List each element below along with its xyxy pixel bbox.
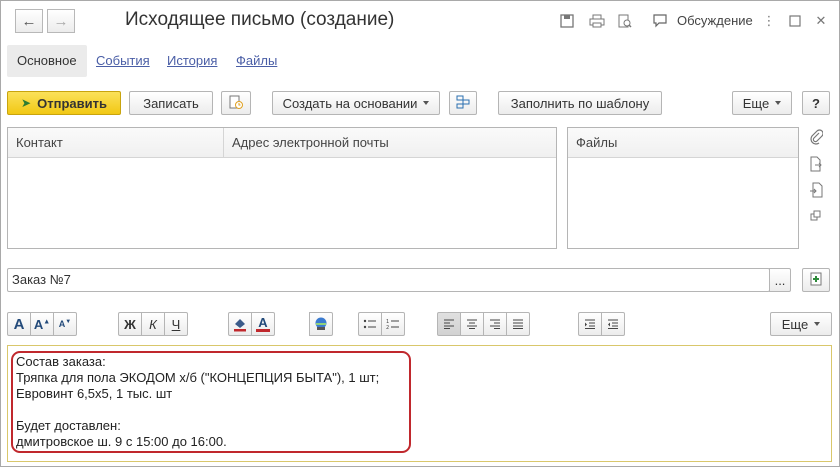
paperclip-icon[interactable] xyxy=(807,128,825,146)
fill-by-template-button[interactable]: Заполнить по шаблону xyxy=(498,91,662,115)
align-right-icon[interactable] xyxy=(483,312,507,336)
create-based-on-label: Создать на основании xyxy=(282,95,418,111)
send-button[interactable]: ➤ Отправить xyxy=(7,91,121,115)
decrease-font-icon[interactable]: A▼ xyxy=(53,312,77,336)
column-contact[interactable]: Контакт xyxy=(8,128,224,158)
send-button-label: Отправить xyxy=(37,95,107,111)
forward-button[interactable]: → xyxy=(47,9,75,33)
arrow-right-icon: ➤ xyxy=(21,96,32,110)
increase-indent-icon[interactable] xyxy=(578,312,602,336)
close-icon[interactable]: ✕ xyxy=(811,11,831,31)
bullet-list-icon[interactable] xyxy=(358,312,382,336)
create-based-on-button[interactable]: Создать на основании xyxy=(272,91,440,115)
back-button[interactable]: ← xyxy=(15,9,43,33)
image-group xyxy=(309,312,333,336)
insert-image-icon[interactable] xyxy=(309,312,333,336)
decrease-indent-icon[interactable] xyxy=(601,312,625,336)
font-icon[interactable]: A xyxy=(7,312,31,336)
svg-text:2: 2 xyxy=(386,325,389,330)
column-email[interactable]: Адрес электронной почты xyxy=(224,128,556,158)
maximize-icon[interactable] xyxy=(785,11,805,31)
export-file-icon[interactable] xyxy=(807,155,825,173)
font-color-button[interactable]: A xyxy=(251,312,275,336)
insert-document-icon xyxy=(809,272,823,289)
background-color-icon[interactable] xyxy=(228,312,252,336)
bold-button[interactable]: Ж xyxy=(118,312,142,336)
recipients-table-header: Контакт Адрес электронной почты xyxy=(8,128,556,158)
italic-button[interactable]: К xyxy=(141,312,165,336)
highlight-frame xyxy=(11,351,411,453)
font-size-group: A A▲ A▼ xyxy=(7,312,77,336)
discussion-link[interactable]: Обсуждение xyxy=(677,13,753,28)
color-group: A xyxy=(228,312,275,336)
structure-button[interactable] xyxy=(449,91,477,115)
more-button-label: Еще xyxy=(742,95,770,111)
tab-main[interactable]: Основное xyxy=(7,45,87,77)
files-table-header: Файлы xyxy=(568,128,798,158)
tab-history[interactable]: История xyxy=(157,45,227,77)
chevron-down-icon xyxy=(423,101,430,105)
align-group xyxy=(437,312,530,336)
increase-font-icon[interactable]: A▲ xyxy=(30,312,54,336)
structure-icon xyxy=(456,95,470,112)
arrow-left-icon: ← xyxy=(21,12,37,30)
import-file-icon[interactable] xyxy=(807,181,825,199)
chevron-down-icon xyxy=(775,101,782,105)
column-files[interactable]: Файлы xyxy=(568,128,798,158)
format-more-label: Еще xyxy=(781,316,809,332)
font-color-swatch xyxy=(256,329,270,332)
format-more-button[interactable]: Еще xyxy=(770,312,832,336)
copy-icon[interactable] xyxy=(807,207,825,225)
subject-select-button[interactable]: ... xyxy=(769,268,791,292)
tab-files[interactable]: Файлы xyxy=(226,45,287,77)
tab-events[interactable]: События xyxy=(86,45,160,77)
text-style-group: Ж К Ч xyxy=(118,312,188,336)
mail-history-button[interactable] xyxy=(221,91,251,115)
chevron-down-icon xyxy=(814,322,821,326)
recipients-table[interactable]: Контакт Адрес электронной почты xyxy=(7,127,557,249)
page-title: Исходящее письмо (создание) xyxy=(125,9,395,30)
indent-group xyxy=(578,312,625,336)
insert-template-button[interactable] xyxy=(802,268,830,292)
print-icon[interactable] xyxy=(587,11,607,31)
discussion-icon[interactable] xyxy=(651,11,671,31)
more-options-icon[interactable]: ⋮ xyxy=(759,11,779,31)
numbered-list-icon[interactable]: 12 xyxy=(381,312,405,336)
font-color-label: A xyxy=(258,315,268,330)
more-button[interactable]: Еще xyxy=(732,91,792,115)
save-button[interactable]: Записать xyxy=(129,91,213,115)
outgoing-letter-window: ← → Исходящее письмо (создание) Обсужден… xyxy=(0,0,840,467)
help-button[interactable]: ? xyxy=(802,91,830,115)
align-left-icon[interactable] xyxy=(437,312,461,336)
preview-icon[interactable] xyxy=(615,11,635,31)
arrow-right-icon: → xyxy=(53,12,69,30)
save-file-icon[interactable] xyxy=(557,11,577,31)
align-justify-icon[interactable] xyxy=(506,312,530,336)
align-center-icon[interactable] xyxy=(460,312,484,336)
list-group: 12 xyxy=(358,312,405,336)
underline-button[interactable]: Ч xyxy=(164,312,188,336)
document-clock-icon xyxy=(229,95,243,112)
subject-field[interactable]: Заказ №7 xyxy=(7,268,770,292)
files-table[interactable]: Файлы xyxy=(567,127,799,249)
